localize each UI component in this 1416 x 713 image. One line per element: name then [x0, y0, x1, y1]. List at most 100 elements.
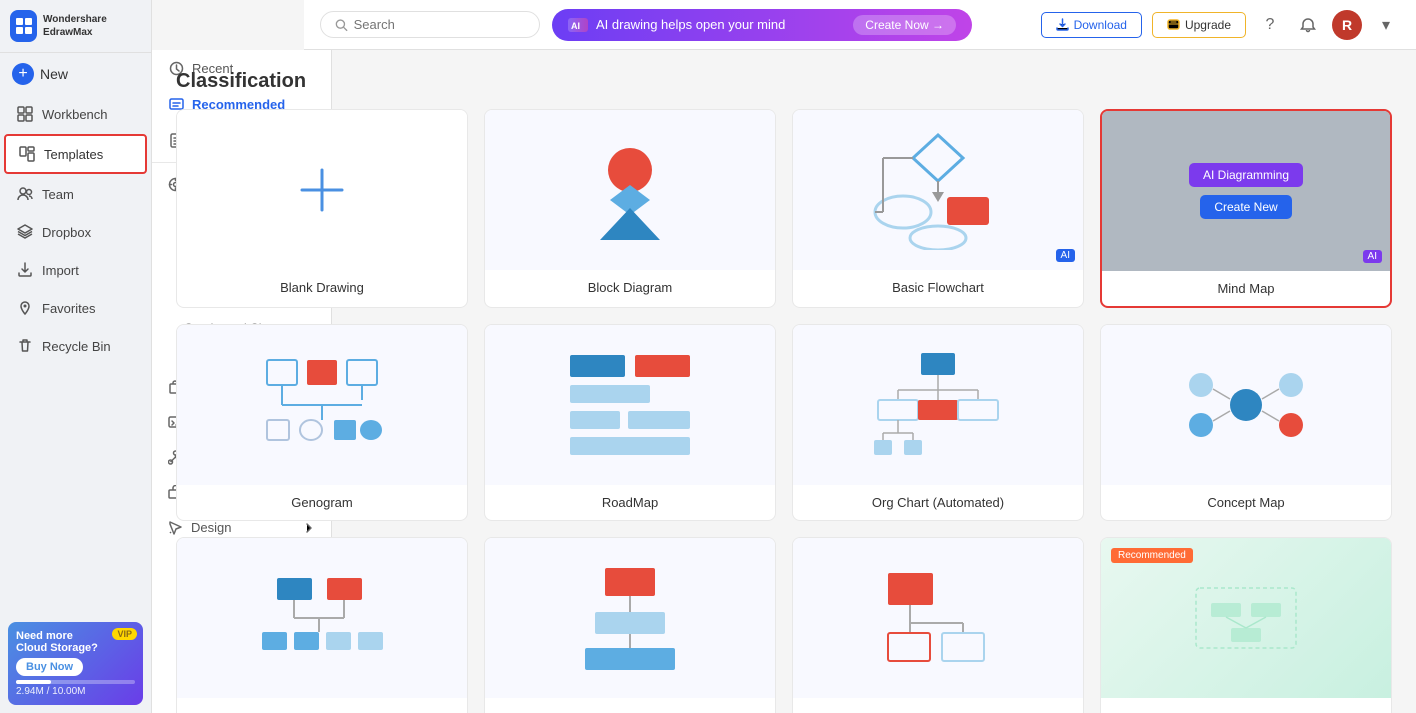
recommended-badge: Recommended [1111, 548, 1193, 563]
create-new-card-button[interactable]: Create New [1200, 195, 1291, 219]
buy-now-button[interactable]: Buy Now [16, 658, 83, 676]
blank-label: Blank Drawing [177, 270, 467, 305]
template-card-row3-3[interactable] [792, 537, 1084, 713]
app-name: Wondershare EdrawMax [43, 13, 141, 39]
sidebar-item-favorites[interactable]: Favorites [4, 290, 147, 326]
template-card-orgchart[interactable]: Org Chart (Automated) [792, 324, 1084, 521]
conceptmap-label: Concept Map [1101, 485, 1391, 520]
templates-icon [18, 145, 36, 163]
favorites-label: Favorites [42, 301, 95, 316]
stacked-diagram-icon [560, 558, 700, 678]
orgchart-label: Org Chart (Automated) [793, 485, 1083, 520]
block-label: Block Diagram [485, 270, 775, 305]
row3-1-thumb [177, 538, 467, 698]
template-card-blank[interactable]: Blank Drawing [176, 109, 468, 308]
help-icon[interactable]: ? [1256, 11, 1284, 39]
section-title: Classification [176, 70, 1392, 93]
sidebar-item-dropbox[interactable]: Dropbox [4, 214, 147, 250]
sidebar-item-team[interactable]: Team [4, 176, 147, 212]
ai-diagramming-button[interactable]: AI Diagramming [1189, 163, 1303, 187]
favorites-icon [16, 299, 34, 317]
row3-2-thumb [485, 538, 775, 698]
topbar-right: Download Upgrade ? R ▾ [1041, 10, 1400, 40]
cloud-promo: VIP Need more Cloud Storage? Buy Now 2.9… [8, 622, 143, 705]
mindmap-label: Mind Map [1102, 271, 1390, 306]
sidebar-item-recycle[interactable]: Recycle Bin [4, 328, 147, 364]
templates-label: Templates [44, 147, 103, 162]
template-grid-row2: Genogram [176, 324, 1392, 521]
sidebar-item-templates[interactable]: Templates [4, 134, 147, 174]
template-grid-row1: Blank Drawing Block Diag [176, 109, 1392, 308]
app-logo: Wondershare EdrawMax [0, 0, 151, 53]
mindmap-thumb: AI Diagramming Create New AI [1102, 111, 1390, 271]
dropdown-chevron-icon[interactable]: ▾ [1372, 11, 1400, 39]
template-card-genogram[interactable]: Genogram [176, 324, 468, 521]
logo-icon [10, 10, 37, 42]
search-icon [335, 18, 348, 32]
sidebar-item-import[interactable]: Import [4, 252, 147, 288]
search-box[interactable] [320, 11, 540, 38]
genogram-icon [252, 345, 392, 465]
storage-fill [16, 680, 51, 684]
team-label: Team [42, 187, 74, 202]
block-diagram-icon [570, 130, 690, 250]
template-card-row3-2[interactable] [484, 537, 776, 713]
new-button[interactable]: + New [0, 53, 151, 95]
sidebar-item-workbench[interactable]: Workbench [4, 96, 147, 132]
template-card-row3-1[interactable] [176, 537, 468, 713]
recommended-preview-icon [1176, 558, 1316, 678]
flowchart-label: Basic Flowchart [793, 270, 1083, 305]
template-card-row3-4[interactable]: Recommended [1100, 537, 1392, 713]
roadmap-label: RoadMap [485, 485, 775, 520]
roadmap-icon [560, 345, 700, 465]
topbar: AI AI drawing helps open your mind Creat… [304, 0, 1416, 50]
dropbox-label: Dropbox [42, 225, 91, 240]
download-button[interactable]: Download [1041, 12, 1142, 38]
row3-4-thumb: Recommended [1101, 538, 1391, 698]
row3-3-label [793, 698, 1083, 713]
template-grid-row3: Recommended [176, 537, 1392, 713]
notification-icon[interactable] [1294, 11, 1322, 39]
ai-badge-mindmap: AI [1363, 250, 1382, 263]
import-icon [16, 261, 34, 279]
dropbox-icon [16, 223, 34, 241]
roadmap-thumb [485, 325, 775, 485]
template-card-roadmap[interactable]: RoadMap [484, 324, 776, 521]
flowchart-thumb: AI [793, 110, 1083, 270]
template-card-block[interactable]: Block Diagram [484, 109, 776, 308]
ai-banner-text: AI drawing helps open your mind [596, 17, 845, 32]
main-content: Classification Blank Drawing [152, 50, 1416, 713]
row3-2-label [485, 698, 775, 713]
upgrade-button[interactable]: Upgrade [1152, 12, 1246, 38]
storage-text: 2.94M / 10.00M [16, 686, 135, 697]
create-now-button[interactable]: Create Now → [853, 15, 956, 35]
sidebar: Wondershare EdrawMax + New Workbench Tem… [0, 0, 152, 713]
plus-icon: + [12, 63, 34, 85]
orgchart-icon [868, 345, 1008, 465]
conceptmap-icon [1176, 345, 1316, 465]
upgrade-icon [1167, 18, 1180, 31]
import-label: Import [42, 263, 79, 278]
flowchart-icon [868, 130, 1008, 250]
workbench-icon [16, 105, 34, 123]
genogram-thumb [177, 325, 467, 485]
recycle-label: Recycle Bin [42, 339, 111, 354]
svg-text:AI: AI [571, 21, 580, 31]
download-icon [1056, 18, 1069, 31]
template-card-flowchart[interactable]: AI Basic Flowchart [792, 109, 1084, 308]
template-card-conceptmap[interactable]: Concept Map [1100, 324, 1392, 521]
row3-3-thumb [793, 538, 1083, 698]
search-input[interactable] [354, 17, 525, 32]
storage-bar [16, 680, 135, 684]
download-label: Download [1074, 18, 1127, 32]
workbench-label: Workbench [42, 107, 108, 122]
blank-drawing-icon [292, 160, 352, 220]
bar-chart-icon [252, 558, 392, 678]
row3-1-label [177, 698, 467, 713]
orgchart-thumb [793, 325, 1083, 485]
recycle-icon [16, 337, 34, 355]
template-card-mindmap[interactable]: AI Diagramming Create New AI Mind Map [1100, 109, 1392, 308]
avatar[interactable]: R [1332, 10, 1362, 40]
ai-banner: AI AI drawing helps open your mind Creat… [552, 9, 972, 41]
genogram-label: Genogram [177, 485, 467, 520]
